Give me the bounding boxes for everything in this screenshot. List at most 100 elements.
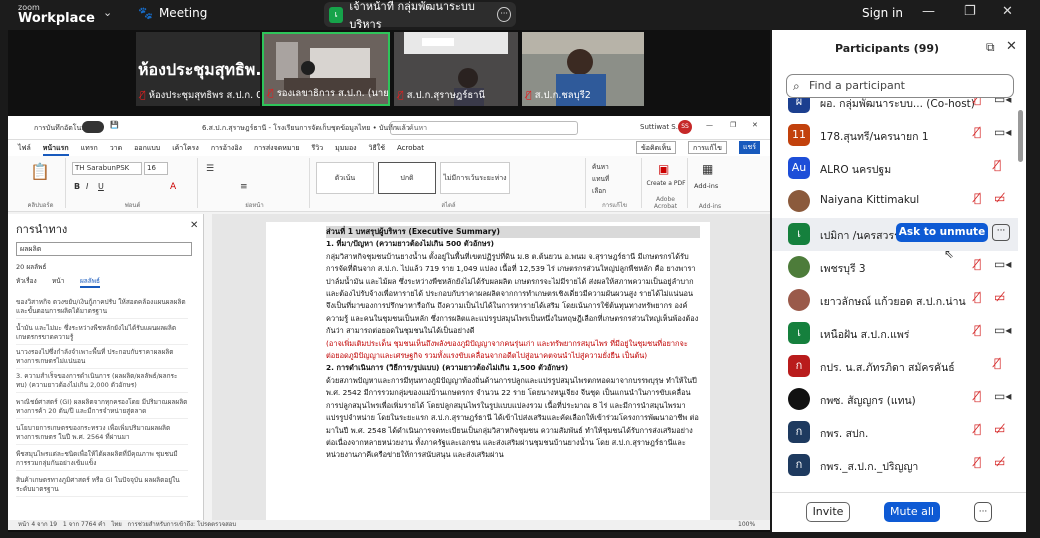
close-icon[interactable]: ✕ [1002,4,1013,19]
mic-muted-icon[interactable]: 🎙̸ [974,389,981,403]
tab-layout[interactable]: เค้าโครง [172,140,199,156]
editing-button[interactable]: การแก้ไข [687,141,727,154]
mic-muted-icon[interactable]: 🎙̸ [974,191,981,205]
nav-result-item[interactable]: สินค้าเกษตรทางภูมิศาสตร์ หรือ GI ในปัจจุ… [16,476,188,497]
nav-result-item[interactable]: 3. ความสำเร็จของการดำเนินการ (ผลผลิต/ผลล… [16,372,188,393]
video-off-icon[interactable]: ▭̸ [994,455,1005,469]
nav-tab-pages[interactable]: หน้า [52,276,64,286]
font-name-select[interactable]: TH SarabunPSK [72,162,142,175]
select-button[interactable]: เลือก [592,186,606,196]
video-off-icon[interactable]: ▭̸ [994,422,1005,436]
comments-button[interactable]: ข้อคิดเห็น [635,141,676,154]
video-tile-active-speaker[interactable]: 🎙̸รองเลขาธิการ ส.ป.ก. (นายสุรช [262,32,390,106]
nav-result-item[interactable]: พืชสมุนไพรแต่ละชนิดเพื่อให้ได้ผลผลิตที่ม… [16,450,188,471]
bullets-icon[interactable]: ☰ [206,164,214,174]
mic-muted-icon[interactable]: 🎙̸ [974,98,981,106]
participant-row[interactable]: ก กปร. น.ส.ภัทรภิดา สมัครคันธ์ 🎙̸ [772,350,1018,383]
tab-file[interactable]: ไฟล์ [18,140,31,156]
tab-acrobat[interactable]: Acrobat [397,140,424,156]
mic-muted-icon[interactable]: 🎙̸ [994,158,1001,172]
close-icon[interactable]: ✕ [190,220,198,231]
video-camera-icon[interactable]: ▭◂ [994,125,1011,139]
nav-result-item[interactable]: ของวิสาหกิจ ตวงขยับ/เงินกู้ภาคปรับ ให้สอ… [16,298,188,319]
replace-button[interactable]: แทนที่ [592,174,609,184]
nav-tab-results[interactable]: ผลลัพธ์ [80,276,101,288]
style-normal[interactable]: ปกติ [378,162,436,194]
invite-button[interactable]: Invite [806,502,850,522]
mute-all-button[interactable]: Mute all [884,502,940,522]
close-icon[interactable]: ✕ [1006,39,1017,54]
video-tile[interactable]: 🎙̸ ส.ป.ก.สุราษฎร์ธานี [394,32,518,106]
tab-home[interactable]: หน้าแรก [42,140,69,156]
font-size-select[interactable]: 16 [144,162,168,175]
more-icon[interactable]: ··· [497,7,511,22]
bold-icon[interactable]: B [74,182,80,191]
tab-references[interactable]: การอ้างอิง [211,140,242,156]
nav-result-item[interactable]: น้ำมัน และไม่มะ ซึ่งระหว่างพืชหลักยังไม่… [16,324,188,345]
video-off-icon[interactable]: ▭̸ [994,290,1005,304]
video-off-icon[interactable]: ▭̸ [994,191,1005,205]
nav-result-item[interactable]: นโยบายการเกษตรของกระทรวง เพื่อเพิ่มปริมา… [16,424,188,445]
more-options-button[interactable]: ··· [974,502,992,522]
mic-muted-icon[interactable]: 🎙̸ [974,422,981,436]
video-tile[interactable]: 🎙̸ ส.ป.ก.ชลบุรี2 [522,32,644,106]
participant-row[interactable]: Naiyana Kittimakul 🎙̸ ▭̸ [772,185,1018,218]
video-camera-icon[interactable]: ▭◂ [994,257,1011,271]
active-speaker-pill[interactable]: เ เจ้าหน้าที่ กลุ่มพัฒนาระบบบริหาร ··· [324,0,516,31]
italic-icon[interactable]: I [86,182,88,191]
accessibility-status[interactable]: การช่วยสำหรับการเข้าถึง: โปรดตรวจสอบ [128,521,237,528]
style-emphasis[interactable]: ตัวเน้น [316,162,374,194]
more-icon[interactable]: ··· [992,224,1010,241]
nav-tab-headings[interactable]: หัวเรื่อง [16,276,37,286]
nav-result-item[interactable]: พาณิชย์ศาสตร์ (GI) ผลผลิตจากทุกครองโดย ม… [16,398,188,419]
pdf-icon[interactable]: ▣ [658,162,669,176]
paste-icon[interactable]: 📋 [30,162,50,181]
tab-draw[interactable]: วาด [110,140,122,156]
participant-row[interactable]: กพซ. สัญญกร (แทน) 🎙̸ ▭◂ [772,383,1018,416]
participant-row[interactable]: Au ALRO นครปฐม 🎙̸ [772,152,1018,185]
tab-insert[interactable]: แทรก [81,140,98,156]
word-search-box[interactable]: ⌕ ค้นหา [390,121,578,135]
meeting-menu[interactable]: 🐾 Meeting [138,6,207,20]
minimize-icon[interactable]: — [922,4,935,19]
ask-to-unmute-button[interactable]: Ask to unmute [896,223,988,242]
tab-design[interactable]: ออกแบบ [134,140,160,156]
addins-button[interactable]: Add-ins [694,182,718,190]
pop-out-icon[interactable]: ⧉ [986,40,995,55]
tab-help[interactable]: วิธีใช้ [369,140,385,156]
mic-muted-icon[interactable]: 🎙̸ [974,257,981,271]
participant-row[interactable]: ก กพร._ส.ป.ก._ปริญญา 🎙̸ ▭̸ [772,449,1018,482]
tab-review[interactable]: รีวิว [312,140,324,156]
autosave-toggle[interactable] [82,121,104,133]
mic-muted-icon[interactable]: 🎙̸ [974,455,981,469]
user-avatar[interactable]: SS [678,120,692,134]
tab-mailings[interactable]: การส่งจดหมาย [254,140,300,156]
nav-search-input[interactable]: ผลผลิต [16,242,192,256]
style-no-spacing[interactable]: ไม่มีการเว้นระยะห่าง [440,162,510,194]
participant-row[interactable]: เพชรบุรี 3 🎙̸ ▭◂ [772,251,1018,284]
scrollbar[interactable] [1018,110,1023,162]
participant-row[interactable]: ผ ผอ. กลุ่มพัฒนาระบบ... (Co-host) 🎙̸ ▭◂ [772,98,1018,119]
video-tile[interactable]: ห้องประชุมสุทธิพ... 🎙̸ห้องประชุมสุทธิพร … [136,32,260,106]
save-icon[interactable]: 💾 [110,121,119,129]
restore-icon[interactable]: ❐ [730,121,736,129]
tab-view[interactable]: มุมมอง [335,140,356,156]
restore-icon[interactable]: ❐ [964,4,976,19]
participant-row[interactable]: ก กพร. สปก. 🎙̸ ▭̸ [772,416,1018,449]
video-camera-icon[interactable]: ▭◂ [994,389,1011,403]
find-participant-input[interactable]: ⌕ Find a participant [786,74,1014,98]
font-color-icon[interactable]: A [170,182,176,192]
document-page[interactable]: ส่วนที่ 1 บทสรุปผู้บริหาร (Executive Sum… [266,222,710,520]
addins-icon[interactable]: ▦ [702,162,713,176]
video-camera-icon[interactable]: ▭◂ [994,323,1011,337]
zoom-level[interactable]: 100% [738,520,755,530]
mic-muted-icon[interactable]: 🎙̸ [974,323,981,337]
participant-row[interactable]: เเปมิกา /นครสวรร... Ask to unmute ··· [772,218,1018,251]
create-pdf-button[interactable]: Create a PDF [646,180,686,187]
share-button[interactable]: แชร์ [738,141,760,154]
underline-icon[interactable]: U [98,182,104,191]
find-button[interactable]: ค้นหา [592,162,609,172]
close-icon[interactable]: ✕ [752,121,758,129]
mic-muted-icon[interactable]: 🎙̸ [974,125,981,139]
participant-row[interactable]: เยาวลักษณ์ แก้วยอด ส.ป.ก.น่าน 🎙̸ ▭̸ [772,284,1018,317]
